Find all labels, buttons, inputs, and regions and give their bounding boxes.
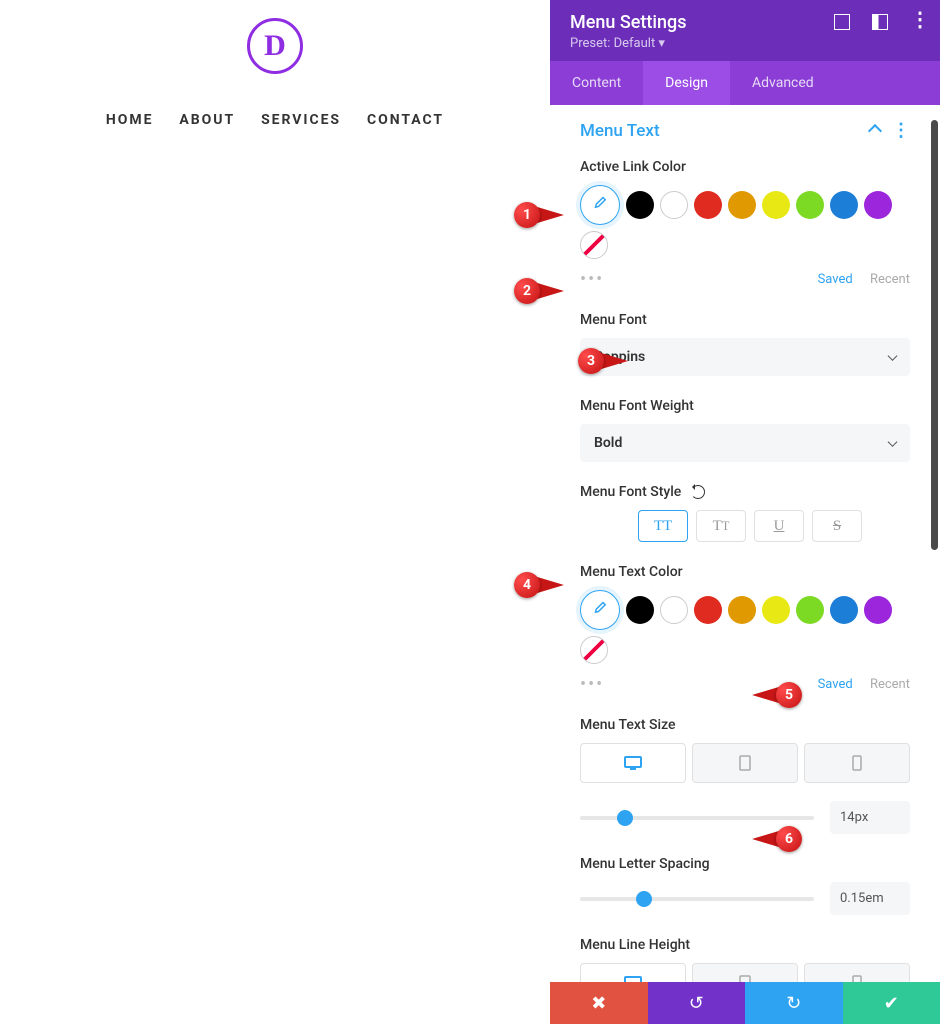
more-swatches-icon[interactable]: •••: [580, 269, 604, 290]
tab-advanced[interactable]: Advanced: [730, 61, 836, 105]
device-tablet[interactable]: [692, 963, 798, 982]
more-swatches-icon[interactable]: •••: [580, 674, 604, 695]
color-swatch[interactable]: [796, 191, 824, 219]
recent-colors-link[interactable]: Recent: [870, 677, 910, 692]
color-swatch[interactable]: [830, 191, 858, 219]
device-phone[interactable]: [804, 743, 910, 783]
undo-button[interactable]: ↺: [648, 982, 746, 1024]
field-menu-text-size: Menu Text Size 14px: [580, 717, 910, 834]
color-picker-button[interactable]: [580, 185, 620, 225]
label-menu-letter-spacing: Menu Letter Spacing: [580, 856, 910, 872]
color-swatch[interactable]: [660, 596, 688, 624]
underline-button[interactable]: U: [754, 510, 804, 542]
field-menu-font-style: Menu Font Style I TT TT U S: [580, 484, 910, 542]
weight-select[interactable]: Bold: [580, 424, 910, 462]
panel-body: Menu Text ⋮ Active Link Color: [550, 105, 940, 982]
label-menu-font-weight: Menu Font Weight: [580, 398, 910, 414]
label-menu-text-color: Menu Text Color: [580, 564, 910, 580]
color-swatch[interactable]: [694, 191, 722, 219]
label-active-link-color: Active Link Color: [580, 159, 910, 175]
field-menu-font: Menu Font Poppins: [580, 312, 910, 376]
saved-colors-link[interactable]: Saved: [818, 677, 853, 692]
color-swatch[interactable]: [762, 191, 790, 219]
nav-link[interactable]: About: [179, 112, 235, 128]
panel-footer: ✖ ↺ ↻ ✔: [550, 982, 940, 1024]
color-swatch[interactable]: [762, 596, 790, 624]
field-menu-font-weight: Menu Font Weight Bold: [580, 398, 910, 462]
field-menu-letter-spacing: Menu Letter Spacing 0.15em: [580, 856, 910, 915]
color-swatch[interactable]: [728, 596, 756, 624]
recent-colors-link[interactable]: Recent: [870, 272, 910, 287]
device-desktop[interactable]: [580, 743, 686, 783]
label-menu-font-style: Menu Font Style: [580, 484, 910, 500]
font-select[interactable]: Poppins: [580, 338, 910, 376]
save-button[interactable]: ✔: [843, 982, 940, 1024]
label-menu-font: Menu Font: [580, 312, 910, 328]
panel-header: Menu Settings Preset: Default ▾ ⋮: [550, 0, 940, 61]
panel-tabs: Content Design Advanced: [550, 61, 940, 105]
device-phone[interactable]: [804, 963, 910, 982]
smallcaps-button[interactable]: TT: [696, 510, 746, 542]
color-swatch[interactable]: [864, 191, 892, 219]
color-swatch[interactable]: [864, 596, 892, 624]
nav-link[interactable]: Home: [106, 112, 154, 128]
color-swatch-none[interactable]: [580, 636, 608, 664]
label-menu-line-height: Menu Line Height: [580, 937, 910, 953]
label-text: Menu Font Style: [580, 484, 681, 500]
scrollbar[interactable]: [931, 120, 938, 550]
page-preview: D Home About Services Contact: [0, 0, 550, 1024]
color-swatch-none[interactable]: [580, 231, 608, 259]
section-title[interactable]: Menu Text: [580, 121, 660, 141]
size-value[interactable]: 14px: [830, 801, 910, 834]
cancel-button[interactable]: ✖: [550, 982, 648, 1024]
color-swatch[interactable]: [830, 596, 858, 624]
color-swatch[interactable]: [626, 191, 654, 219]
settings-panel: Menu Settings Preset: Default ▾ ⋮ Conten…: [550, 0, 940, 1024]
field-menu-line-height: Menu Line Height 1.3em: [580, 937, 910, 982]
size-slider[interactable]: [580, 816, 814, 820]
uppercase-button[interactable]: TT: [638, 510, 688, 542]
color-swatch[interactable]: [796, 596, 824, 624]
spacing-value[interactable]: 0.15em: [830, 882, 910, 915]
field-menu-text-color: Menu Text Color ••• Saved Recent: [580, 564, 910, 695]
tab-content[interactable]: Content: [550, 61, 643, 105]
layout-icon[interactable]: [872, 14, 888, 30]
reset-icon[interactable]: [691, 485, 705, 499]
color-swatch[interactable]: [660, 191, 688, 219]
preview-navbar: Home About Services Contact: [0, 109, 550, 128]
strikethrough-button[interactable]: S: [812, 510, 862, 542]
spacing-slider[interactable]: [580, 897, 814, 901]
section-more-icon[interactable]: ⋮: [892, 126, 910, 136]
saved-colors-link[interactable]: Saved: [818, 272, 853, 287]
chevron-up-icon[interactable]: [868, 124, 882, 138]
color-swatch[interactable]: [728, 191, 756, 219]
field-active-link-color: Active Link Color ••• Saved Rece: [580, 159, 910, 290]
color-swatch[interactable]: [694, 596, 722, 624]
more-icon[interactable]: ⋮: [910, 14, 926, 30]
site-logo: D: [247, 18, 303, 74]
redo-button[interactable]: ↻: [745, 982, 843, 1024]
color-picker-button[interactable]: [580, 590, 620, 630]
preset-dropdown[interactable]: Preset: Default ▾: [570, 36, 920, 51]
expand-icon[interactable]: [834, 14, 850, 30]
nav-link[interactable]: Services: [261, 112, 341, 128]
device-tablet[interactable]: [692, 743, 798, 783]
color-swatch[interactable]: [626, 596, 654, 624]
nav-link[interactable]: Contact: [367, 112, 444, 128]
tab-design[interactable]: Design: [643, 61, 730, 105]
label-menu-text-size: Menu Text Size: [580, 717, 910, 733]
device-desktop[interactable]: [580, 963, 686, 982]
